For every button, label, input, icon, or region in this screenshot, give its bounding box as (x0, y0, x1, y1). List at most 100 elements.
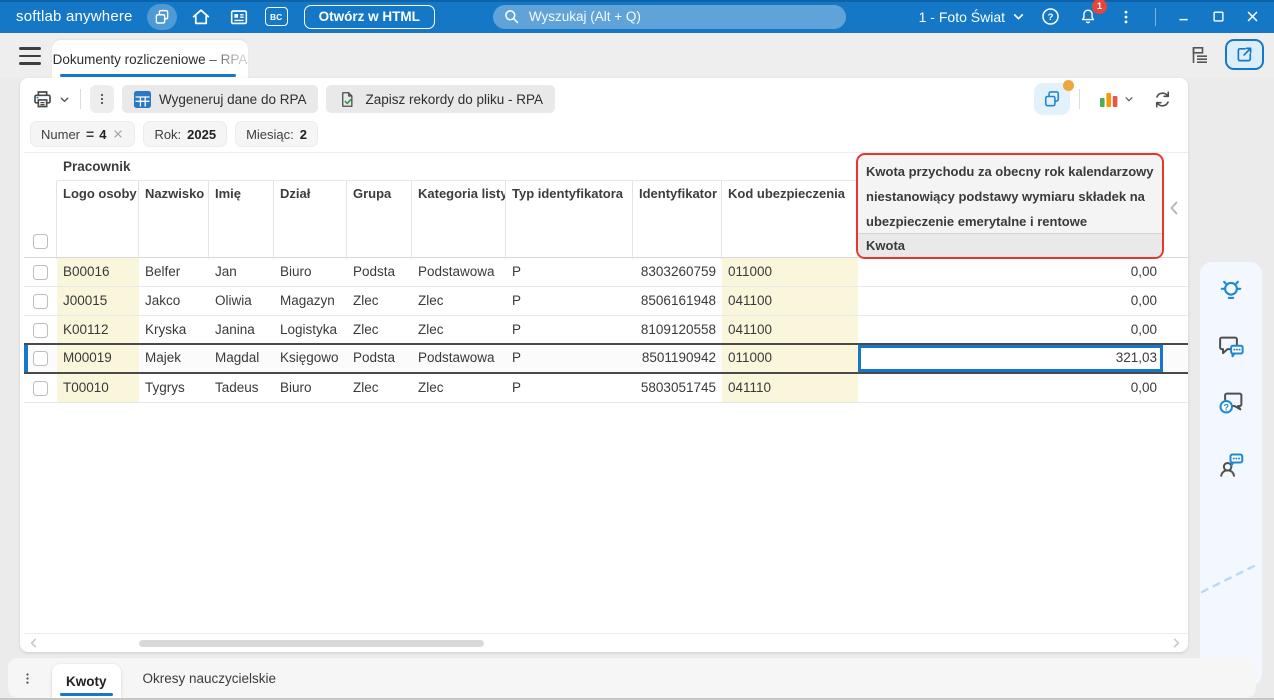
column-imie[interactable]: Imię (209, 181, 274, 259)
search-input[interactable] (526, 8, 836, 25)
titlebar-menu-button[interactable] (1113, 4, 1139, 30)
table-row-selected[interactable]: M00019 Majek Magdal Księgowo Podsta Pods… (24, 343, 1188, 374)
printer-icon (30, 87, 55, 112)
close-button[interactable] (1238, 4, 1266, 30)
row-checkbox[interactable] (24, 316, 57, 344)
column-kategoria-listy[interactable]: Kategoria listy (412, 181, 506, 259)
search-icon (503, 8, 520, 25)
column-group-row: Pracownik (24, 153, 858, 181)
bc-button[interactable]: BC (264, 7, 288, 26)
highlighted-column-group[interactable]: Kwota przychodu za obecny rok kalendarzo… (856, 153, 1164, 259)
column-grupa[interactable]: Grupa (347, 181, 412, 259)
scroll-left-button[interactable] (28, 637, 39, 649)
table-header: Pracownik Logo osoby Nazwisko Imię Dział… (24, 152, 1188, 259)
bottom-tab-kwoty[interactable]: Kwoty (52, 664, 121, 698)
table-row[interactable]: K00112 Kryska Janina Logistyka Zlec Zlec… (24, 316, 1188, 345)
help-chat-icon: ? (1216, 388, 1246, 418)
chevron-down-icon (1012, 10, 1025, 23)
share-button[interactable] (1225, 39, 1264, 70)
refresh-icon (1151, 88, 1174, 111)
column-dzial[interactable]: Dział (274, 181, 347, 259)
workspace-layers-icon (153, 8, 171, 26)
bc-icon: BC (269, 11, 283, 22)
table-row[interactable]: T00010 Tygrys Tadeus Biuro Zlec Zlec P 5… (24, 374, 1188, 403)
row-checkbox[interactable] (24, 374, 57, 402)
tips-button[interactable] (1216, 275, 1246, 305)
home-icon (190, 6, 212, 28)
save-records-button[interactable]: Zapisz rekordy do pliku - RPA (326, 85, 556, 113)
workspace-switcher-button[interactable] (146, 3, 177, 30)
refresh-button[interactable] (1151, 88, 1174, 111)
horizontal-scrollbar (24, 633, 1188, 651)
tab-title: Dokumenty rozliczeniowe – RPA (52, 51, 248, 67)
table-row[interactable]: J00015 Jakco Oliwia Magazyn Zlec Zlec P … (24, 287, 1188, 316)
bottom-tab-bar: Kwoty Okresy nauczycielskie (8, 658, 1256, 698)
assistant-button[interactable] (1034, 80, 1074, 115)
selected-cell-kwota[interactable]: 321,03 (858, 345, 1163, 372)
assistant-status-dot (1063, 80, 1074, 91)
table-body: B00016 Belfer Jan Biuro Podsta Podstawow… (24, 258, 1188, 403)
company-selector[interactable]: 1 - Foto Świat (919, 9, 1025, 25)
scrollbar-thumb[interactable] (139, 640, 484, 647)
filter-chip-numer[interactable]: Numer = 4 (30, 121, 136, 147)
bottom-menu-button[interactable] (12, 663, 42, 693)
home-button[interactable] (187, 4, 215, 30)
help-center-button[interactable]: ? (1216, 388, 1246, 418)
page-structure-button[interactable] (1188, 43, 1212, 67)
column-header-row: Logo osoby Nazwisko Imię Dział Grupa Kat… (24, 181, 858, 259)
select-all-checkbox[interactable] (33, 234, 48, 249)
tab-dokumenty-rozliczeniowe[interactable]: Dokumenty rozliczeniowe – RPA (52, 40, 248, 78)
community-button[interactable] (1216, 450, 1246, 480)
chevron-down-icon (1123, 93, 1135, 105)
brand-logo: softlab anywhere (16, 8, 133, 25)
table-generate-icon (134, 90, 151, 108)
filter-chip-miesiac[interactable]: Miesiąc: 2 (235, 121, 319, 147)
scroll-right-button[interactable] (1171, 637, 1182, 649)
feedback-button[interactable] (1216, 332, 1246, 362)
svg-text:?: ? (1223, 403, 1229, 413)
close-icon (1245, 9, 1260, 24)
more-actions-button[interactable] (90, 85, 114, 113)
analytics-button[interactable] (1099, 90, 1135, 108)
active-tab-indicator (60, 74, 236, 77)
news-icon (228, 6, 250, 28)
toolbar: Wygeneruj dane do RPA Zapisz rekordy do … (20, 80, 1188, 116)
notifications-button[interactable]: 1 (1075, 0, 1107, 30)
titlebar: softlab anywhere BC Otwórz w HTML Wyszuk… (0, 0, 1274, 33)
collapse-column-button[interactable] (1167, 199, 1181, 217)
column-kod-ubezpieczenia[interactable]: Kod ubezpieczenia (722, 181, 858, 259)
row-checkbox[interactable] (24, 287, 57, 315)
search-box[interactable] (492, 4, 846, 29)
remove-filter-button[interactable] (112, 128, 124, 140)
column-logo-osoby[interactable]: Logo osoby (57, 181, 139, 259)
row-checkbox[interactable] (24, 258, 57, 286)
row-checkbox[interactable] (24, 345, 57, 372)
filter-bar: Numer = 4 Rok: 2025 Miesiąc: 2 (20, 120, 1188, 148)
column-typ-identyfikatora[interactable]: Typ identyfikatora (506, 181, 633, 259)
table-row[interactable]: B00016 Belfer Jan Biuro Podsta Podstawow… (24, 258, 1188, 287)
feedback-chat-icon (1216, 332, 1246, 362)
tabstrip-actions (1188, 39, 1264, 70)
help-button[interactable]: ? (1037, 4, 1063, 30)
notification-badge: 1 (1092, 0, 1107, 14)
community-icon (1216, 450, 1246, 480)
news-button[interactable] (225, 4, 253, 30)
kebab-icon (1117, 8, 1135, 26)
minimize-icon (1177, 9, 1192, 24)
print-button[interactable] (30, 85, 55, 113)
generate-rpa-button[interactable]: Wygeneruj dane do RPA (122, 85, 319, 113)
column-kwota[interactable]: Kwota (858, 233, 1162, 257)
column-nazwisko[interactable]: Nazwisko (139, 181, 209, 259)
active-bottom-tab-indicator (60, 693, 113, 696)
filter-chip-rok[interactable]: Rok: 2025 (143, 121, 228, 147)
bottom-tab-okresy[interactable]: Okresy nauczycielskie (143, 671, 277, 686)
print-options-button[interactable] (58, 85, 71, 113)
maximize-button[interactable] (1204, 4, 1232, 30)
chevron-left-icon (1167, 199, 1181, 217)
decorative-dashes (1200, 550, 1262, 600)
main-menu-button[interactable] (17, 46, 43, 66)
column-identyfikator[interactable]: Identyfikator (633, 181, 722, 259)
open-in-html-button[interactable]: Otwórz w HTML (303, 4, 435, 29)
kebab-icon (94, 91, 110, 107)
minimize-button[interactable] (1170, 4, 1198, 30)
